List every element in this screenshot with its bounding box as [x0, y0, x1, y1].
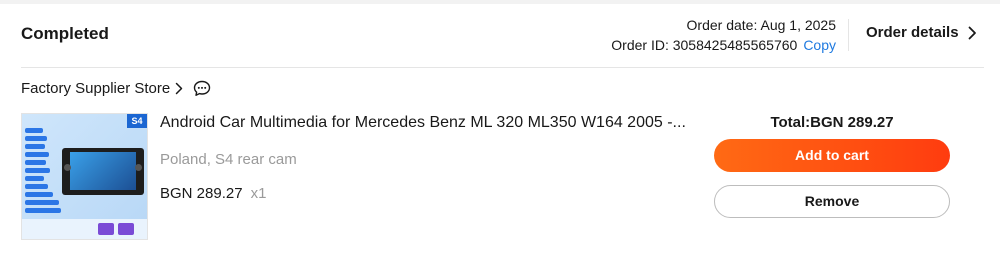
vertical-divider — [848, 19, 849, 51]
spec-pill — [25, 128, 43, 133]
order-id: Order ID: 3058425485565760 — [611, 37, 798, 53]
order-details-link[interactable]: Order details — [866, 24, 977, 41]
head-unit-knob — [135, 164, 142, 171]
product-variant: Poland, S4 rear cam — [160, 151, 297, 168]
spec-pill — [25, 136, 47, 141]
chat-bubble-icon[interactable] — [193, 80, 211, 97]
accessory-icon — [98, 223, 114, 235]
spec-pill — [25, 144, 45, 149]
head-unit-knob — [64, 164, 71, 171]
add-to-cart-button[interactable]: Add to cart — [714, 139, 950, 172]
chevron-right-icon — [175, 82, 183, 95]
product-title[interactable]: Android Car Multimedia for Mercedes Benz… — [160, 114, 686, 132]
order-date: Order date: Aug 1, 2025 — [686, 17, 836, 33]
head-unit-screen — [70, 152, 136, 190]
chevron-right-icon — [968, 26, 977, 40]
spec-pill — [25, 152, 49, 157]
order-status: Completed — [21, 24, 109, 43]
thumbnail-badge: S4 — [127, 114, 147, 128]
order-total: Total:BGN 289.27 — [770, 114, 894, 131]
product-price: BGN 289.27 — [160, 185, 243, 202]
store-name: Factory Supplier Store — [21, 80, 171, 97]
spec-pill — [25, 168, 50, 173]
spec-pill — [25, 200, 59, 205]
remove-button[interactable]: Remove — [714, 185, 950, 218]
spec-pill — [25, 192, 53, 197]
order-id-row: Order ID: 3058425485565760 Copy — [611, 35, 836, 55]
spec-pill — [25, 184, 48, 189]
order-details-label: Order details — [866, 24, 959, 41]
spec-pill — [25, 208, 61, 213]
order-meta: Order date: Aug 1, 2025 Order ID: 305842… — [611, 15, 836, 55]
spec-pill — [25, 160, 46, 165]
product-price-row: BGN 289.27 x1 — [160, 185, 266, 202]
store-link[interactable]: Factory Supplier Store — [21, 80, 211, 97]
section-divider — [21, 67, 984, 68]
spec-pill — [25, 176, 44, 181]
accessory-icon — [118, 223, 134, 235]
copy-link[interactable]: Copy — [803, 37, 836, 53]
product-thumbnail[interactable]: S4 — [21, 113, 148, 240]
product-quantity: x1 — [250, 185, 267, 202]
top-strip — [0, 0, 1000, 4]
